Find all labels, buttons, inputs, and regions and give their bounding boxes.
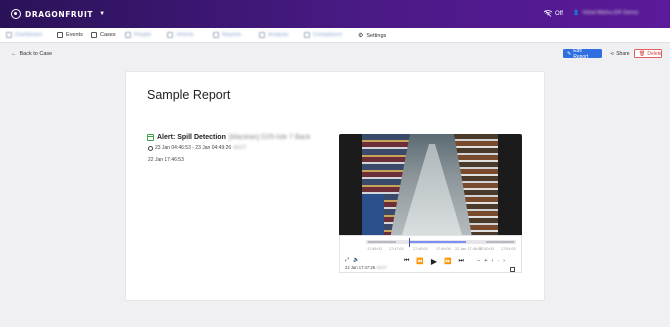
wifi-off-icon (544, 10, 552, 17)
nav-analysis[interactable]: Analysis (259, 32, 288, 38)
volume-icon[interactable]: 🔈 (353, 257, 359, 263)
nav-dashboard-label: Dashboard (15, 32, 42, 38)
wifi-status: Off (555, 10, 563, 17)
file-icon (57, 32, 63, 38)
top-bar: DRAGONFRUIT ▼ Off 👤 Vishal Mishra (DF De… (0, 0, 670, 28)
nav-compliance-label: Compliance (313, 32, 343, 38)
current-time-value: 22 Jan 17:47:26 (345, 265, 376, 270)
nav-analysis-label: Analysis (268, 32, 289, 38)
share-label: Share (616, 50, 630, 57)
timeline-tick: 17:47:00 (389, 247, 404, 251)
share-button[interactable]: ⋖ Share (606, 49, 631, 58)
nav-events[interactable]: Events (57, 32, 83, 38)
brand-menu[interactable]: DRAGONFRUIT ▼ (11, 9, 105, 19)
user-name: Vishal Mishra (DF Demo) (582, 10, 639, 16)
timeline-recorded-segment (410, 241, 466, 243)
report-icon (213, 32, 219, 38)
back-to-case-link[interactable]: ← Back to Case (11, 51, 52, 57)
video-player[interactable]: 17:46:00 17:47:00 17:48:00 17:49:00 22 J… (339, 134, 522, 273)
timeline-segment (368, 241, 396, 243)
fast-forward-icon[interactable]: ⏩ (444, 258, 451, 265)
nav-dashboard[interactable]: Dashboard (6, 32, 42, 38)
dot-icon: · (497, 258, 500, 264)
back-to-case-label: Back to Case (19, 51, 53, 57)
play-icon[interactable]: ▶ (431, 257, 437, 266)
people-icon (125, 32, 131, 38)
nav-cases[interactable]: Cases (91, 32, 116, 38)
shield-icon (304, 32, 310, 38)
skip-forward-icon[interactable]: ⏭ (459, 258, 464, 265)
edit-report-label: Edit Report (573, 47, 589, 60)
user-menu[interactable]: 👤 Vishal Mishra (DF Demo) (573, 10, 638, 16)
share-icon: ⋖ (610, 50, 615, 57)
video-boxes (362, 194, 384, 235)
alert-heading: Alert: Spill Detection [Maclean] D25-Isl… (147, 134, 311, 141)
timeline-ticks: 17:46:00 17:47:00 17:48:00 17:49:00 22 J… (367, 247, 517, 253)
nav-people[interactable]: People (125, 32, 151, 38)
nav-reports-label: Reports (222, 32, 242, 38)
nav-compliance[interactable]: Compliance (304, 32, 342, 38)
nav-events-label: Events (66, 32, 83, 38)
rewind-icon[interactable]: ⏪ (416, 258, 423, 265)
arrow-left-icon: ← (11, 51, 17, 57)
user-icon: 👤 (573, 10, 580, 16)
current-time: 22 Jan 17:47:26 AEDT (345, 265, 387, 270)
chart-icon (259, 32, 265, 38)
alert-time-range: 23 Jan 04:46:53 - 23 Jan 04:49:26 AEDT (148, 145, 247, 151)
zoom-in-icon[interactable]: + (484, 258, 487, 264)
view-controls: ⤢ 🔈 (345, 257, 359, 263)
zoom-controls: − + ‹ · › (477, 258, 505, 264)
calendar-icon (147, 134, 154, 141)
alert-location: [Maclean] D25-Isle 7 Back (228, 134, 311, 141)
nav-settings-label: Settings (366, 32, 387, 39)
zoom-out-icon[interactable]: − (477, 258, 480, 264)
timeline-tick: 17:50:00 (479, 247, 494, 251)
brand-name: DRAGONFRUIT (25, 9, 94, 19)
car-icon (167, 32, 173, 38)
nav-reports[interactable]: Reports (213, 32, 241, 38)
grid-icon (6, 32, 12, 38)
delete-button[interactable]: 🗑 Delete (634, 49, 662, 58)
nav-vehicle-label: Vehicle (176, 32, 194, 38)
nav-people-label: People (134, 32, 152, 38)
main-nav: Dashboard Events Cases People Vehicle Re… (0, 28, 670, 43)
gear-icon: ⚙ (358, 33, 364, 39)
trash-icon: 🗑 (639, 50, 646, 57)
nav-settings[interactable]: ⚙ Settings (358, 32, 387, 40)
date-picker-icon[interactable] (510, 267, 515, 272)
delete-label: Delete (647, 50, 662, 57)
timeline-segment (486, 241, 514, 243)
timeline-tick: 17:48:00 (413, 247, 428, 251)
video-aisle-floor (402, 144, 462, 235)
alert-date: 22 Jan 17:46:53 (148, 157, 184, 163)
wifi-toggle[interactable]: Off (544, 10, 563, 17)
pencil-icon: ✎ (567, 50, 572, 57)
report-title: Sample Report (147, 88, 231, 102)
video-frame[interactable] (362, 134, 498, 235)
timeline-playhead[interactable] (409, 238, 410, 247)
player-controls: 17:46:00 17:47:00 17:48:00 17:49:00 22 J… (339, 235, 522, 273)
video-shelf-right (454, 134, 498, 235)
time-range-text: 23 Jan 04:46:53 - 23 Jan 04:49:26 (155, 145, 232, 151)
nav-vehicle[interactable]: Vehicle (167, 32, 194, 38)
edit-report-button[interactable]: ✎ Edit Report (563, 47, 602, 60)
chevron-right-icon[interactable]: › (503, 258, 505, 264)
nav-cases-label: Cases (100, 32, 116, 38)
timeline-tick: 17:46:00 (367, 247, 382, 251)
chevron-down-icon: ▼ (99, 11, 106, 17)
timeline-tick: 17:49:00 (436, 247, 451, 251)
timeline-scrubber[interactable] (366, 238, 516, 247)
playback-controls: ⏮ ⏪ ▶ ⏩ ⏭ (404, 257, 464, 266)
alert-title: Alert: Spill Detection (157, 134, 226, 141)
time-zone: AEDT (233, 145, 247, 151)
current-time-zone: AEDT (375, 265, 388, 270)
folder-icon (91, 32, 97, 38)
skip-back-icon[interactable]: ⏮ (404, 258, 409, 265)
timeline-tick: 17:51:00 (501, 247, 516, 251)
clock-icon (148, 145, 153, 151)
dragonfruit-logo-icon (11, 9, 21, 19)
fullscreen-icon[interactable]: ⤢ (345, 257, 349, 263)
chevron-left-icon[interactable]: ‹ (491, 258, 493, 264)
